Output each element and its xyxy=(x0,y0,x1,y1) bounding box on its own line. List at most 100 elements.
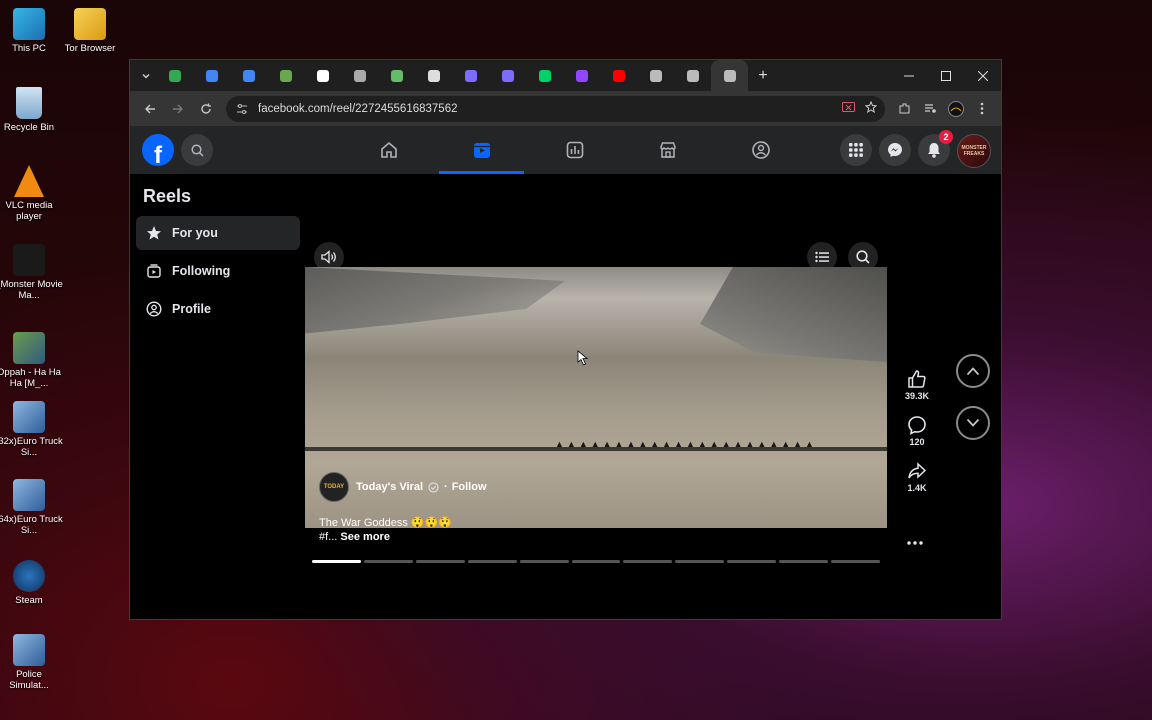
tab-favicon-icon xyxy=(353,69,366,82)
menu-button[interactable] xyxy=(840,134,872,166)
browser-tab[interactable] xyxy=(600,60,637,91)
desktop-icon-this-pc[interactable]: This PC xyxy=(0,8,63,54)
reel-progress-bar[interactable] xyxy=(312,560,880,563)
nav-reels[interactable] xyxy=(435,126,528,174)
progress-segment xyxy=(571,560,621,563)
author-avatar-text: TODAY xyxy=(323,484,345,490)
desktop-icon-tor-browser[interactable]: Tor Browser xyxy=(56,8,124,54)
playlist-icon xyxy=(924,104,936,113)
desktop-icon-monster-movie[interactable]: _Monster Movie Ma... xyxy=(0,244,63,301)
notifications-button[interactable]: 2 xyxy=(918,130,953,166)
tab-favicon-icon xyxy=(575,69,588,82)
analytics-icon xyxy=(566,141,583,159)
more-options-button[interactable] xyxy=(907,532,923,550)
maximize-button[interactable] xyxy=(927,60,964,91)
maximize-icon xyxy=(940,70,951,81)
video-frame-cliff-right xyxy=(700,267,887,362)
reels-page: Reels For you Following Profile ▲▲▲▲▲▲▲▲… xyxy=(130,174,1001,619)
browser-tab[interactable] xyxy=(267,60,304,91)
star-icon xyxy=(147,226,161,240)
browser-tab[interactable] xyxy=(489,60,526,91)
list-icon xyxy=(815,251,829,263)
browser-tab[interactable] xyxy=(563,60,600,91)
euro-truck-icon xyxy=(13,479,45,511)
facebook-logo-letter: f xyxy=(154,142,162,166)
follow-button[interactable]: Follow xyxy=(452,481,487,493)
forward-arrow-icon xyxy=(173,104,183,113)
address-bar[interactable]: facebook.com/reel/2272455616837562 xyxy=(226,95,885,122)
author-name[interactable]: Today's Viral xyxy=(356,481,423,493)
site-info-icon[interactable] xyxy=(234,101,250,117)
this-pc-icon xyxy=(13,8,45,40)
reels-icon xyxy=(473,143,490,158)
facebook-search-button[interactable] xyxy=(181,134,213,166)
facebook-logo[interactable]: f xyxy=(142,134,174,166)
progress-segment xyxy=(831,560,880,563)
progress-segment xyxy=(363,560,413,563)
browser-tab[interactable] xyxy=(230,60,267,91)
police-sim-icon xyxy=(13,634,45,666)
next-reel-button[interactable] xyxy=(956,406,990,440)
close-button[interactable] xyxy=(964,60,1001,91)
home-icon xyxy=(380,141,397,158)
media-control-button[interactable] xyxy=(917,96,943,122)
browser-window: + facebook.com/reel/2272455616837562 f 2… xyxy=(129,59,1002,620)
nav-video[interactable] xyxy=(528,126,621,174)
browser-tab[interactable] xyxy=(156,60,193,91)
previous-reel-button[interactable] xyxy=(956,354,990,388)
browser-tab[interactable] xyxy=(674,60,711,91)
tab-favicon-icon xyxy=(723,69,736,82)
desktop-icon-oppah[interactable]: Oppah - Ha Ha Ha [M_... xyxy=(0,332,63,389)
facebook-header-actions: 2 MONSTER FREAKS xyxy=(840,130,991,168)
progress-segment xyxy=(312,560,361,563)
facebook-header: f 2 MONSTER FREAKS xyxy=(130,126,1001,175)
tab-search-button[interactable] xyxy=(136,66,156,86)
forward-button[interactable] xyxy=(164,95,192,123)
desktop-icon-recycle-bin[interactable]: Recycle Bin xyxy=(0,87,63,133)
desktop-icon-steam[interactable]: Steam xyxy=(0,560,63,606)
desktop-icon-vlc[interactable]: VLC media player xyxy=(0,165,63,222)
desktop-icon-police-sim[interactable]: Police Simulat... xyxy=(0,634,63,691)
browser-tab[interactable] xyxy=(341,60,378,91)
new-tab-button[interactable]: + xyxy=(748,67,778,85)
bookmark-star-icon[interactable] xyxy=(864,100,878,116)
desktop-icon-label: Police Simulat... xyxy=(9,669,49,691)
sidebar-item-following[interactable]: Following xyxy=(136,254,300,288)
see-more-link[interactable]: See more xyxy=(340,531,390,543)
minimize-button[interactable] xyxy=(890,60,927,91)
nav-home[interactable] xyxy=(342,126,435,174)
desktop-icon-euro-truck-32[interactable]: (32x)Euro Truck Si... xyxy=(0,401,63,458)
share-action[interactable]: 1.4K xyxy=(900,459,934,493)
author-avatar[interactable]: TODAY xyxy=(319,472,349,502)
browser-tab[interactable] xyxy=(452,60,489,91)
browser-tab[interactable] xyxy=(637,60,674,91)
browser-tab[interactable] xyxy=(526,60,563,91)
cast-icon[interactable] xyxy=(842,101,855,116)
video-file-icon xyxy=(13,332,45,364)
kebab-menu-icon xyxy=(980,102,984,115)
share-icon xyxy=(908,462,927,479)
account-button[interactable]: MONSTER FREAKS xyxy=(957,134,991,168)
browser-menu-button[interactable] xyxy=(969,96,995,122)
reload-button[interactable] xyxy=(192,95,220,123)
browser-tab[interactable] xyxy=(304,60,341,91)
browser-tab[interactable] xyxy=(711,60,748,91)
back-button[interactable] xyxy=(136,95,164,123)
sidebar-item-for-you[interactable]: For you xyxy=(136,216,300,250)
nav-marketplace[interactable] xyxy=(621,126,714,174)
like-action[interactable]: 39.3K xyxy=(900,367,934,401)
browser-tab[interactable] xyxy=(378,60,415,91)
nav-groups[interactable] xyxy=(714,126,807,174)
extensions-button[interactable] xyxy=(891,96,917,122)
progress-segment xyxy=(779,560,829,563)
sidebar-item-label: Profile xyxy=(172,302,211,316)
browser-tab[interactable] xyxy=(415,60,452,91)
sidebar-item-profile[interactable]: Profile xyxy=(136,292,300,326)
desktop-icon-euro-truck-64[interactable]: (64x)Euro Truck Si... xyxy=(0,479,63,536)
browser-tab[interactable] xyxy=(193,60,230,91)
reel-author: TODAY Today's Viral · Follow xyxy=(319,472,487,502)
profile-button[interactable] xyxy=(943,96,969,122)
messenger-button[interactable] xyxy=(879,134,911,166)
monster-movie-icon xyxy=(13,244,45,276)
comment-action[interactable]: 120 xyxy=(900,413,934,447)
